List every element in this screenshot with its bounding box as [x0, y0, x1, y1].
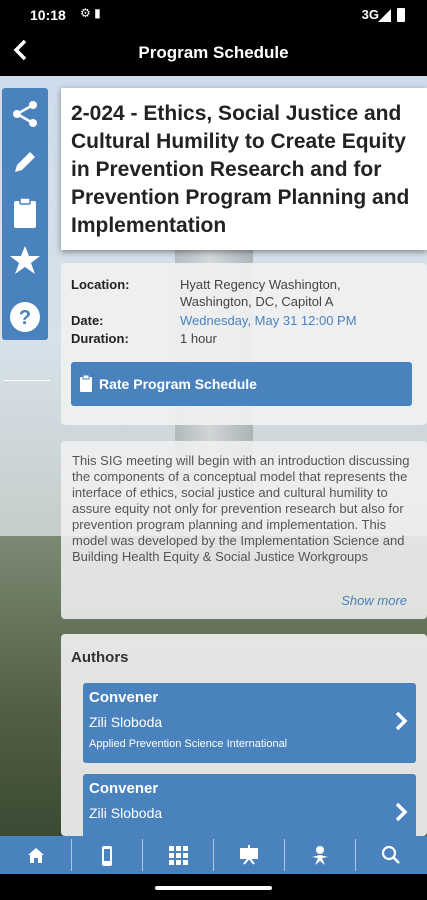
author-name: Zili Sloboda: [89, 714, 163, 730]
share-icon: [13, 101, 37, 127]
author-role: Convener: [89, 689, 159, 706]
nav-search[interactable]: [355, 836, 427, 874]
people-icon: [311, 846, 328, 865]
rate-program-label: Rate Program Schedule: [99, 376, 257, 392]
session-details-card: Location: Hyatt Regency Washington, Wash…: [61, 263, 427, 425]
duration-label: Duration:: [71, 331, 129, 346]
home-indicator[interactable]: [155, 886, 272, 890]
notification-icons: ⚙ ▮: [80, 6, 101, 20]
author-org: Applied Prevention Science International: [89, 738, 288, 750]
location-value: Hyatt Regency Washington, Washington, DC…: [180, 277, 341, 309]
edit-icon: [15, 152, 35, 172]
search-icon: [381, 845, 400, 864]
help-icon: ?: [10, 302, 40, 332]
battery-icon: [397, 8, 405, 22]
author-item[interactable]: Convener Zili Sloboda: [83, 774, 416, 836]
star-icon: [10, 246, 40, 274]
status-bar: 10:18 ⚙ ▮ 3G: [0, 0, 427, 30]
author-item[interactable]: Convener Zili Sloboda Applied Prevention…: [83, 683, 416, 763]
author-name: Zili Sloboda: [89, 805, 163, 821]
phone-icon: [101, 846, 112, 866]
share-button[interactable]: [5, 93, 45, 133]
nav-grid[interactable]: [142, 836, 213, 874]
date-value[interactable]: Wednesday, May 31 12:00 PM: [180, 312, 357, 329]
session-title-card: 2-024 - Ethics, Social Justice and Cultu…: [61, 88, 427, 250]
help-button[interactable]: ?: [5, 295, 45, 335]
grid-icon: [168, 846, 188, 865]
author-role: Convener: [89, 780, 159, 797]
bottom-nav: [0, 836, 427, 874]
presentation-icon: [239, 845, 258, 865]
nav-mobile[interactable]: [71, 836, 142, 874]
toolbar-divider: [4, 380, 50, 381]
app-bar: Program Schedule: [0, 30, 427, 76]
gesture-bar: [0, 874, 427, 900]
session-description: This SIG meeting will begin with an intr…: [72, 453, 410, 564]
clipboard-icon: [14, 197, 36, 228]
signal-icon: [378, 9, 391, 22]
edit-button[interactable]: [5, 141, 45, 181]
side-toolbar: ?: [2, 88, 50, 381]
notes-button[interactable]: [5, 190, 45, 230]
clipboard-icon: [79, 374, 93, 397]
duration-value: 1 hour: [180, 331, 217, 346]
favorite-button[interactable]: [5, 238, 45, 278]
nav-people[interactable]: [284, 836, 355, 874]
chevron-right-icon: [394, 710, 408, 738]
svg-text:?: ?: [19, 307, 31, 329]
home-icon: [27, 848, 44, 863]
authors-header: Authors: [71, 649, 129, 666]
chevron-right-icon: [394, 801, 408, 829]
page-title: Program Schedule: [138, 43, 289, 62]
location-label: Location:: [71, 277, 130, 292]
session-title: 2-024 - Ethics, Social Justice and Cultu…: [71, 102, 410, 237]
rate-program-button[interactable]: Rate Program Schedule: [71, 362, 412, 406]
description-card: This SIG meeting will begin with an intr…: [61, 441, 427, 619]
nav-home[interactable]: [0, 836, 71, 874]
date-label: Date:: [71, 313, 104, 328]
status-time: 10:18: [30, 7, 66, 23]
nav-presentations[interactable]: [213, 836, 284, 874]
authors-card: Authors Convener Zili Sloboda Applied Pr…: [61, 634, 427, 836]
network-type: 3G: [361, 7, 379, 22]
show-more-link[interactable]: Show more: [341, 593, 407, 608]
